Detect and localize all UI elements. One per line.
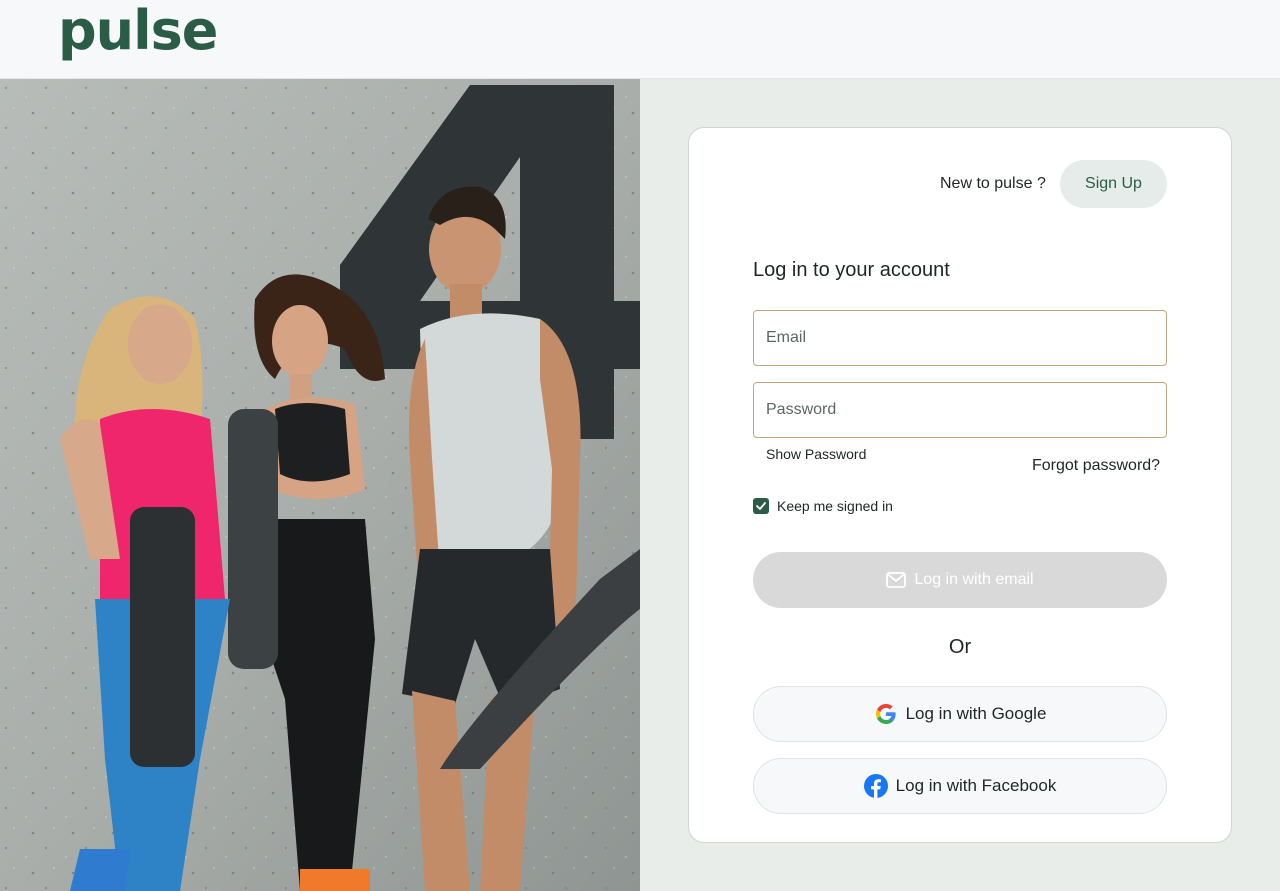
checkmark-icon	[756, 502, 766, 510]
sign-up-button[interactable]: Sign Up	[1060, 160, 1167, 208]
log-in-with-google-label: Log in with Google	[905, 704, 1047, 723]
forgot-password-link[interactable]: Forgot password?	[1032, 457, 1160, 475]
login-heading: Log in to your account	[753, 259, 950, 281]
log-in-with-facebook-label: Log in with Facebook	[895, 776, 1057, 795]
hero-image	[0, 79, 640, 891]
email-field[interactable]	[754, 311, 1166, 365]
envelope-icon	[886, 572, 907, 588]
log-in-with-email-button[interactable]: Log in with email	[753, 552, 1167, 608]
password-field[interactable]	[754, 383, 1166, 437]
top-bar: pulse	[0, 0, 1280, 79]
log-in-with-facebook-button[interactable]: Log in with Facebook	[753, 758, 1167, 814]
google-icon	[874, 702, 898, 726]
log-in-with-email-label: Log in with email	[914, 571, 1034, 588]
show-password-toggle[interactable]: Show Password	[766, 446, 866, 462]
keep-signed-in-label: Keep me signed in	[777, 498, 893, 514]
fitness-group-illustration	[0, 79, 640, 891]
log-in-with-google-button[interactable]: Log in with Google	[753, 686, 1167, 742]
email-field-wrapper	[753, 310, 1167, 366]
keep-signed-in-checkbox[interactable]	[753, 498, 769, 514]
or-divider: Or	[948, 636, 972, 658]
signup-prompt-text: New to pulse ?	[940, 175, 1046, 192]
pulse-logo[interactable]: pulse	[58, 4, 218, 58]
password-field-wrapper	[753, 382, 1167, 438]
keep-signed-in-checkbox-row[interactable]: Keep me signed in	[753, 498, 893, 514]
facebook-icon	[863, 774, 888, 798]
